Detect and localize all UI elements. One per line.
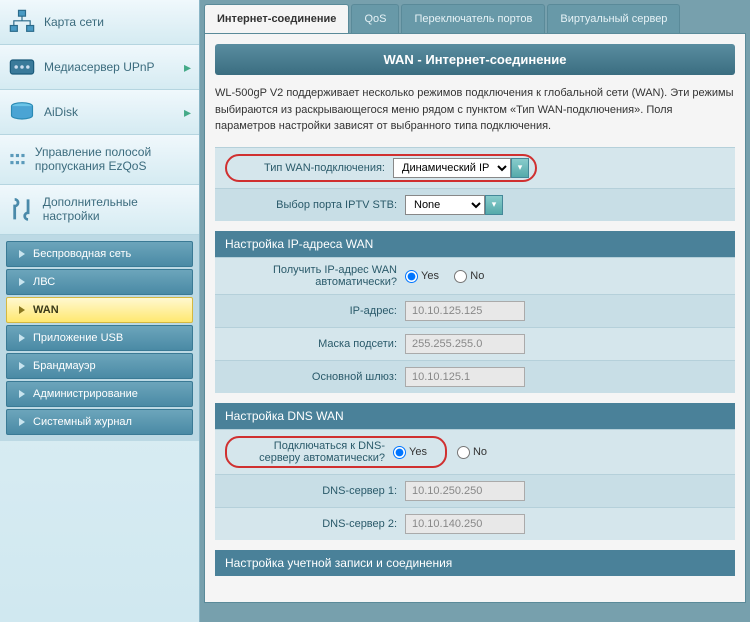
sub-label: Приложение USB bbox=[33, 332, 123, 344]
triangle-icon bbox=[19, 362, 25, 370]
highlight-wan-type: Тип WAN-подключения: Динамический IP ▾ bbox=[225, 154, 537, 182]
content-panel: WAN - Интернет-соединение WL-500gP V2 по… bbox=[204, 33, 746, 603]
iptv-dropdown[interactable]: None bbox=[405, 195, 485, 215]
dns1-label: DNS-сервер 1: bbox=[225, 485, 405, 497]
gateway-label: Основной шлюз: bbox=[225, 371, 405, 383]
sidebar-label: Управление полосой пропускания EzQoS bbox=[35, 145, 191, 174]
sidebar-label: Дополнительные настройки bbox=[43, 195, 191, 224]
media-icon bbox=[8, 55, 36, 79]
highlight-auto-dns: Подключаться к DNS-серверу автоматически… bbox=[225, 436, 447, 468]
sidebar-label: Карта сети bbox=[44, 15, 104, 29]
gateway-input[interactable] bbox=[405, 367, 525, 387]
sidebar-sub-admin[interactable]: Администрирование bbox=[6, 381, 193, 407]
mask-label: Маска подсети: bbox=[225, 338, 405, 350]
dns-section-header: Настройка DNS WAN bbox=[215, 403, 735, 429]
sub-label: Брандмауэр bbox=[33, 360, 96, 372]
iptv-label: Выбор порта IPTV STB: bbox=[225, 199, 405, 211]
sidebar: Карта сети Медиасервер UPnP ▸ AiDisk ▸ У… bbox=[0, 0, 200, 622]
sidebar-item-aidisk[interactable]: AiDisk ▸ bbox=[0, 90, 199, 135]
sidebar-item-advanced[interactable]: Дополнительные настройки bbox=[0, 185, 199, 235]
sub-label: WAN bbox=[33, 304, 59, 316]
triangle-icon bbox=[19, 278, 25, 286]
triangle-icon bbox=[19, 418, 25, 426]
sidebar-sub-wan[interactable]: WAN bbox=[6, 297, 193, 323]
sidebar-sub-lan[interactable]: ЛВС bbox=[6, 269, 193, 295]
wan-type-dropdown[interactable]: Динамический IP bbox=[393, 158, 511, 178]
sidebar-sub-wireless[interactable]: Беспроводная сеть bbox=[6, 241, 193, 267]
dropdown-arrow-icon[interactable]: ▾ bbox=[485, 195, 503, 215]
row-ip-address: IP-адрес: bbox=[215, 294, 735, 327]
wan-type-select[interactable]: Динамический IP ▾ bbox=[393, 158, 529, 178]
row-dns2: DNS-сервер 2: bbox=[215, 507, 735, 540]
network-icon bbox=[8, 10, 36, 34]
row-auto-ip: Получить IP-адрес WAN автоматически? Yes… bbox=[215, 257, 735, 294]
submenu-arrow-icon: ▸ bbox=[184, 104, 191, 121]
tab-virtual-server[interactable]: Виртуальный сервер bbox=[547, 4, 680, 33]
sidebar-sub-firewall[interactable]: Брандмауэр bbox=[6, 353, 193, 379]
sidebar-sub-usb[interactable]: Приложение USB bbox=[6, 325, 193, 351]
auto-dns-no[interactable]: No bbox=[457, 446, 487, 458]
page-description: WL-500gP V2 поддерживает несколько режим… bbox=[215, 85, 735, 135]
auto-dns-yes[interactable]: Yes bbox=[393, 446, 427, 458]
radio-no[interactable] bbox=[457, 446, 470, 459]
radio-no[interactable] bbox=[454, 270, 467, 283]
wan-type-label: Тип WAN-подключения: bbox=[233, 162, 393, 174]
dropdown-arrow-icon[interactable]: ▾ bbox=[511, 158, 529, 178]
auto-dns-label: Подключаться к DNS-серверу автоматически… bbox=[233, 440, 393, 464]
qos-icon bbox=[8, 147, 27, 171]
radio-yes[interactable] bbox=[405, 270, 418, 283]
auto-ip-no[interactable]: No bbox=[454, 270, 484, 282]
tab-bar: Интернет-соединение QoS Переключатель по… bbox=[200, 0, 750, 33]
row-auto-dns: Подключаться к DNS-серверу автоматически… bbox=[215, 429, 735, 474]
page-title: WAN - Интернет-соединение bbox=[215, 44, 735, 75]
ip-section: Настройка IP-адреса WAN Получить IP-адре… bbox=[215, 231, 735, 393]
main-content: Интернет-соединение QoS Переключатель по… bbox=[200, 0, 750, 622]
sidebar-submenu: Беспроводная сеть ЛВС WAN Приложение USB… bbox=[0, 235, 199, 441]
dns1-input[interactable] bbox=[405, 481, 525, 501]
row-mask: Маска подсети: bbox=[215, 327, 735, 360]
account-section-header: Настройка учетной записи и соединения bbox=[215, 550, 735, 576]
triangle-icon bbox=[19, 334, 25, 342]
sidebar-label: AiDisk bbox=[44, 105, 78, 119]
triangle-icon bbox=[19, 250, 25, 258]
wan-type-section: Тип WAN-подключения: Динамический IP ▾ В… bbox=[215, 147, 735, 221]
auto-ip-yes[interactable]: Yes bbox=[405, 270, 439, 282]
sidebar-item-ezqos[interactable]: Управление полосой пропускания EzQoS bbox=[0, 135, 199, 185]
triangle-icon bbox=[19, 306, 25, 314]
auto-ip-label: Получить IP-адрес WAN автоматически? bbox=[225, 264, 405, 288]
row-gateway: Основной шлюз: bbox=[215, 360, 735, 393]
tab-internet[interactable]: Интернет-соединение bbox=[204, 4, 349, 33]
sub-label: ЛВС bbox=[33, 276, 55, 288]
submenu-arrow-icon: ▸ bbox=[184, 59, 191, 76]
tab-qos[interactable]: QoS bbox=[351, 4, 399, 33]
sub-label: Беспроводная сеть bbox=[33, 248, 131, 260]
sidebar-label: Медиасервер UPnP bbox=[44, 60, 155, 74]
sub-label: Системный журнал bbox=[33, 416, 132, 428]
triangle-icon bbox=[19, 390, 25, 398]
row-dns1: DNS-сервер 1: bbox=[215, 474, 735, 507]
sidebar-item-network-map[interactable]: Карта сети bbox=[0, 0, 199, 45]
dns2-input[interactable] bbox=[405, 514, 525, 534]
ip-input[interactable] bbox=[405, 301, 525, 321]
ip-section-header: Настройка IP-адреса WAN bbox=[215, 231, 735, 257]
sub-label: Администрирование bbox=[33, 388, 138, 400]
ip-label: IP-адрес: bbox=[225, 305, 405, 317]
tools-icon bbox=[8, 197, 35, 221]
dns-section: Настройка DNS WAN Подключаться к DNS-сер… bbox=[215, 403, 735, 540]
dns2-label: DNS-сервер 2: bbox=[225, 518, 405, 530]
mask-input[interactable] bbox=[405, 334, 525, 354]
row-iptv: Выбор порта IPTV STB: None ▾ bbox=[215, 188, 735, 221]
sidebar-sub-syslog[interactable]: Системный журнал bbox=[6, 409, 193, 435]
account-section: Настройка учетной записи и соединения bbox=[215, 550, 735, 576]
iptv-select[interactable]: None ▾ bbox=[405, 195, 503, 215]
tab-port-trigger[interactable]: Переключатель портов bbox=[401, 4, 545, 33]
disk-icon bbox=[8, 100, 36, 124]
sidebar-item-media-server[interactable]: Медиасервер UPnP ▸ bbox=[0, 45, 199, 90]
radio-yes[interactable] bbox=[393, 446, 406, 459]
row-wan-type: Тип WAN-подключения: Динамический IP ▾ bbox=[215, 147, 735, 188]
